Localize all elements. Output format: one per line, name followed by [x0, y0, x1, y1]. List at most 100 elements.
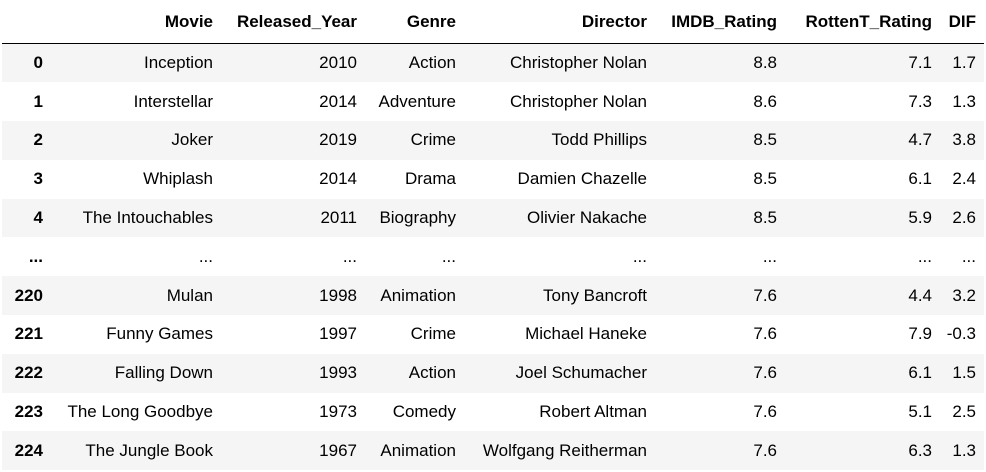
row-index: ... [28, 246, 43, 266]
cell-rottent-rating: 4.7 [908, 130, 932, 150]
cell-director: Wolfgang Reitherman [482, 440, 647, 460]
cell-imdb-rating: 8.5 [753, 130, 777, 150]
cell-genre: Crime [410, 130, 456, 150]
cell-released-year: 1998 [319, 285, 357, 305]
cell-rottent-rating: 7.9 [908, 324, 932, 344]
header-movie: Movie [56, 0, 221, 44]
table-row: 0 Inception 2010 Action Christopher Nolan 8.8… [2, 43, 984, 83]
cell-released-year: 2010 [319, 53, 357, 73]
table-row: ........................ [2, 237, 984, 277]
cell-dif: 3.8 [952, 130, 976, 150]
header-imdb-rating: IMDB_Rating [655, 0, 785, 44]
header-released-year: Released_Year [221, 0, 365, 44]
cell-genre: Adventure [378, 91, 457, 111]
table-header: Movie Released_Year Genre Director IMDB_… [2, 0, 984, 44]
table-row: 2 Joker 2019 Crime Todd Phillips 8.5 4.7 3.8 [2, 121, 984, 160]
cell-released-year: 2011 [320, 208, 357, 228]
cell-director: ... [632, 246, 647, 266]
cell-released-year: 1973 [319, 402, 357, 422]
table-row: 220 Mulan 1998 Animation Tony Bancroft 7.6 4.4… [2, 276, 984, 316]
cell-rottent-rating: 4.4 [908, 285, 932, 305]
table-row: 3 Whiplash 2014 Drama Damien Chazelle 8.5 6.1 2… [2, 159, 984, 199]
cell-genre: Animation [380, 440, 456, 460]
cell-imdb-rating: 8.5 [753, 169, 777, 189]
cell-dif: 2.6 [952, 208, 976, 228]
cell-dif: 1.7 [952, 53, 976, 73]
row-index: 223 [14, 402, 43, 422]
row-index: 222 [14, 363, 43, 383]
cell-rottent-rating: 7.1 [908, 53, 932, 73]
cell-dif: -0.3 [946, 324, 976, 344]
cell-rottent-rating: 6.3 [908, 440, 932, 460]
cell-imdb-rating: ... [762, 246, 777, 266]
row-index: 2 [33, 130, 43, 150]
row-index: 224 [14, 440, 43, 460]
cell-imdb-rating: 7.6 [753, 402, 777, 422]
cell-rottent-rating: 6.1 [908, 169, 932, 189]
cell-movie: Mulan [166, 285, 213, 305]
cell-genre: Crime [410, 324, 456, 344]
table-body: 0 Inception 2010 Action Christopher Nolan 8.8… [2, 43, 984, 471]
cell-imdb-rating: 7.6 [753, 285, 777, 305]
cell-movie: The Long Goodbye [67, 402, 213, 422]
cell-rottent-rating: 5.1 [908, 402, 932, 422]
cell-director: Christopher Nolan [509, 91, 647, 111]
cell-dif: 1.5 [952, 363, 976, 383]
row-index: 220 [14, 285, 43, 305]
cell-dif: 2.4 [952, 169, 976, 189]
table-row: 221 Funny Games 1997 Crime Michael Haneke 7.6… [2, 315, 984, 354]
cell-imdb-rating: 7.6 [753, 324, 777, 344]
cell-director: Joel Schumacher [515, 363, 647, 383]
cell-movie: Joker [171, 130, 213, 150]
cell-imdb-rating: 8.8 [753, 53, 777, 73]
cell-movie: Falling Down [114, 363, 213, 383]
cell-genre: Animation [380, 285, 456, 305]
cell-genre: ... [441, 246, 456, 266]
cell-movie: Interstellar [133, 91, 213, 111]
table-row: 222 Falling Down 1993 Action Joel Schumacher… [2, 353, 984, 393]
cell-director: Todd Phillips [551, 130, 647, 150]
cell-genre: Action [408, 53, 456, 73]
cell-released-year: 2019 [319, 130, 357, 150]
cell-director: Olivier Nakache [527, 208, 647, 228]
cell-dif: 2.5 [952, 402, 976, 422]
header-genre: Genre [365, 0, 464, 44]
cell-genre: Action [408, 363, 456, 383]
cell-dif: 1.3 [952, 440, 976, 460]
cell-released-year: 1967 [319, 440, 357, 460]
cell-rottent-rating: 7.3 [908, 91, 932, 111]
cell-released-year: 1993 [319, 363, 357, 383]
cell-imdb-rating: 8.5 [753, 208, 777, 228]
table-row: 223 The Long Goodbye 1973 Comedy Robert Altm… [2, 392, 984, 432]
cell-movie: ... [198, 246, 213, 266]
table-row: 1 Interstellar 2014 Adventure Christopher No… [2, 82, 984, 122]
cell-rottent-rating: ... [917, 246, 932, 266]
table-row: 4 The Intouchables 2011 Biography Olivier Na… [2, 198, 984, 238]
cell-dif: ... [961, 246, 976, 266]
cell-rottent-rating: 5.9 [908, 208, 932, 228]
row-index: 4 [33, 208, 43, 228]
cell-movie: Whiplash [143, 169, 213, 189]
header-director: Director [464, 0, 655, 44]
cell-director: Christopher Nolan [509, 53, 647, 73]
cell-imdb-rating: 7.6 [753, 440, 777, 460]
table-row: 224 The Jungle Book 1967 Animation Wolfgang … [2, 431, 984, 471]
cell-dif: 3.2 [952, 285, 976, 305]
cell-released-year: 2014 [319, 169, 357, 189]
cell-genre: Comedy [392, 402, 456, 422]
cell-dif: 1.3 [952, 91, 976, 111]
header-dif: DIF [940, 0, 984, 44]
cell-movie: The Intouchables [82, 208, 213, 228]
row-index: 3 [33, 169, 43, 189]
header-row: Movie Released_Year Genre Director IMDB_… [2, 0, 984, 44]
cell-director: Tony Bancroft [543, 285, 647, 305]
cell-genre: Drama [404, 169, 456, 189]
cell-released-year: 2014 [319, 91, 357, 111]
row-index: 0 [33, 53, 43, 73]
cell-director: Damien Chazelle [517, 169, 647, 189]
cell-director: Michael Haneke [525, 324, 647, 344]
cell-released-year: 1997 [319, 324, 357, 344]
header-rottent-rating: RottenT_Rating [785, 0, 940, 44]
cell-director: Robert Altman [539, 402, 647, 422]
cell-movie: Funny Games [106, 324, 213, 344]
